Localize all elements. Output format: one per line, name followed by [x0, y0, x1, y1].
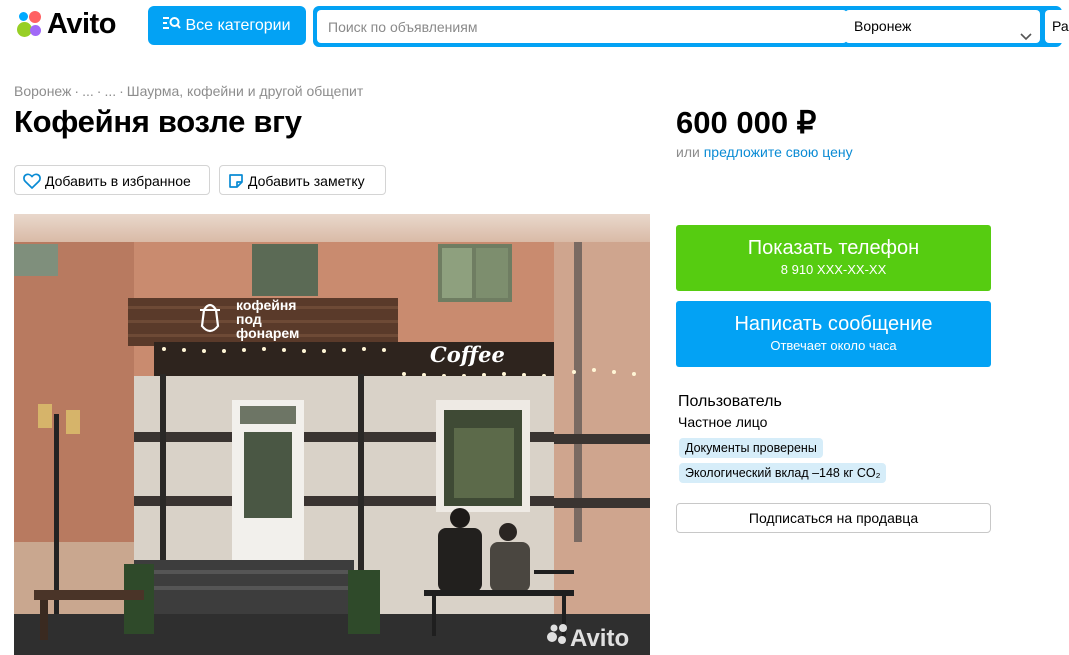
price: 600 000 ₽ [676, 105, 817, 140]
seller-type: Частное лицо [678, 414, 768, 430]
avito-logo[interactable]: Avito [14, 9, 126, 39]
breadcrumb-item-ellipsis[interactable]: ... [104, 83, 116, 99]
photo-watermark: Avito [570, 625, 629, 652]
heart-icon [23, 173, 41, 189]
breadcrumb-item-category[interactable]: Шаурма, кофейни и другой общепит [127, 83, 363, 99]
suggest-price-link[interactable]: предложите свою цену [704, 144, 853, 160]
city-select[interactable]: Воронеж [845, 10, 1040, 43]
add-note-label: Добавить заметку [248, 173, 365, 189]
coffee-sign-text: Coffee [430, 342, 505, 367]
categories-search-icon [163, 6, 182, 45]
eco-contribution-badge[interactable]: Экологический вклад –148 кг CO₂ [679, 463, 887, 483]
add-to-favorites-label: Добавить в избранное [45, 173, 191, 189]
write-message-button[interactable]: Написать сообщение Отвечает около часа [676, 301, 991, 367]
all-categories-label: Все категории [185, 17, 291, 34]
cafe-facade-image: кофейня под фонарем Coffee Avito [14, 214, 650, 655]
add-note-button[interactable]: Добавить заметку [219, 165, 386, 195]
listing-photo[interactable]: кофейня под фонарем Coffee Avito [14, 214, 650, 655]
documents-verified-badge: Документы проверены [679, 438, 823, 458]
add-to-favorites-button[interactable]: Добавить в избранное [14, 165, 210, 195]
search-input[interactable] [317, 10, 847, 43]
all-categories-button[interactable]: Все категории [148, 6, 306, 45]
breadcrumb-item-city[interactable]: Воронеж [14, 83, 71, 99]
price-hint-prefix: или [676, 144, 704, 160]
show-phone-button[interactable]: Показать телефон 8 910 XXX-XX-XX [676, 225, 991, 291]
search-bar: Воронеж Ра [313, 6, 1069, 47]
seller-name[interactable]: Пользователь [678, 393, 782, 411]
phone-masked: 8 910 XXX-XX-XX [780, 262, 887, 277]
sign-text-line3: фонарем [236, 325, 299, 341]
breadcrumb-item-ellipsis[interactable]: ... [82, 83, 94, 99]
radius-label: Ра [1052, 18, 1069, 34]
breadcrumb-separator: · [96, 83, 102, 99]
note-icon [229, 173, 243, 188]
logo-dots-icon [14, 9, 46, 39]
breadcrumb: Воронеж ·... ·... · Шаурма, кофейни и другой… [14, 83, 363, 99]
show-phone-label: Показать телефон [747, 237, 920, 259]
city-label: Воронеж [854, 18, 912, 34]
breadcrumb-separator: · [119, 83, 124, 99]
listing-title: Кофейня возле вгу [14, 104, 302, 139]
response-time: Отвечает около часа [770, 338, 897, 353]
breadcrumb-separator: · [74, 83, 80, 99]
subscribe-seller-button[interactable]: Подписаться на продавца [676, 503, 991, 533]
price-hint: или предложите свою цену [676, 144, 853, 160]
logo-text: Avito [47, 8, 116, 40]
chevron-down-icon [1020, 20, 1032, 53]
write-message-label: Написать сообщение [734, 313, 933, 335]
radius-select[interactable]: Ра [1045, 10, 1069, 43]
